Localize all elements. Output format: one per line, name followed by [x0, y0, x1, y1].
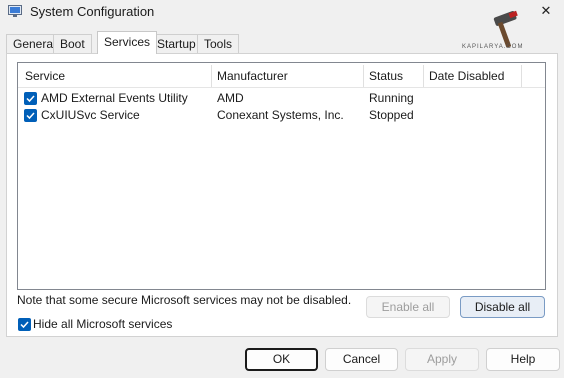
list-header: Service Manufacturer Status Date Disable… — [18, 63, 545, 88]
service-manufacturer: AMD — [217, 91, 244, 105]
service-status: Running — [369, 91, 414, 105]
table-row[interactable]: AMD External Events Utility AMD Running — [18, 90, 545, 107]
disable-all-button[interactable]: Disable all — [460, 296, 545, 318]
service-checkbox[interactable] — [24, 109, 37, 122]
column-divider[interactable] — [211, 65, 212, 87]
service-name: CxUIUSvc Service — [41, 108, 140, 122]
column-divider[interactable] — [363, 65, 364, 87]
table-row[interactable]: CxUIUSvc Service Conexant Systems, Inc. … — [18, 107, 545, 124]
tab-services[interactable]: Services — [97, 31, 158, 54]
service-name: AMD External Events Utility — [41, 91, 188, 105]
window-title: System Configuration — [30, 4, 155, 19]
column-divider[interactable] — [423, 65, 424, 87]
column-divider[interactable] — [521, 65, 522, 87]
column-header-manufacturer[interactable]: Manufacturer — [217, 69, 288, 83]
system-configuration-window: System Configuration ✕ KAPILARYA.COM Gen… — [0, 0, 564, 378]
checkmark-icon — [20, 321, 29, 329]
help-button[interactable]: Help — [486, 348, 560, 371]
watermark-text: KAPILARYA.COM — [462, 44, 524, 50]
services-list[interactable]: Service Manufacturer Status Date Disable… — [17, 62, 546, 290]
system-configuration-icon — [8, 5, 22, 17]
column-header-status[interactable]: Status — [369, 69, 403, 83]
column-header-date-disabled[interactable]: Date Disabled — [429, 69, 504, 83]
apply-button[interactable]: Apply — [405, 348, 479, 371]
service-status: Stopped — [369, 108, 414, 122]
secure-services-note: Note that some secure Microsoft services… — [17, 293, 352, 307]
hide-microsoft-services-checkbox[interactable] — [18, 318, 31, 331]
tab-startup[interactable]: Startup — [150, 34, 203, 54]
tab-boot[interactable]: Boot — [53, 34, 92, 54]
enable-all-button[interactable]: Enable all — [366, 296, 450, 318]
ok-button[interactable]: OK — [245, 348, 318, 371]
service-manufacturer: Conexant Systems, Inc. — [217, 108, 344, 122]
column-header-service[interactable]: Service — [25, 69, 65, 83]
service-checkbox[interactable] — [24, 92, 37, 105]
hide-microsoft-services-label[interactable]: Hide all Microsoft services — [33, 317, 172, 331]
tab-tools[interactable]: Tools — [197, 34, 240, 54]
cancel-button[interactable]: Cancel — [325, 348, 398, 371]
checkmark-icon — [26, 95, 35, 103]
checkmark-icon — [26, 112, 35, 120]
